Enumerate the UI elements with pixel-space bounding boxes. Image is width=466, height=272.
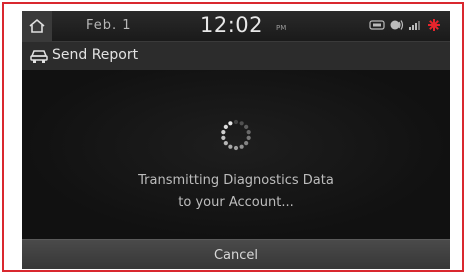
status-bar: Feb. 1 12:02 PM	[22, 11, 450, 41]
car-icon	[30, 50, 48, 63]
alert-icon	[428, 19, 440, 31]
spinner-dot	[244, 124, 249, 129]
message-line-1: Transmitting Diagnostics Data	[138, 173, 334, 188]
loading-spinner-icon	[221, 119, 251, 151]
spinner-dot	[246, 130, 251, 135]
cancel-button[interactable]: Cancel	[22, 239, 450, 269]
bluetooth-audio-icon	[390, 20, 404, 30]
home-button[interactable]	[22, 11, 52, 41]
spinner-dot	[221, 130, 226, 135]
title-bar: Send Report	[22, 41, 450, 71]
media-icon	[369, 20, 385, 30]
clock-display: 12:02	[200, 13, 264, 37]
spinner-dot	[233, 119, 239, 125]
figure-frame: Feb. 1 12:02 PM Send Report Transmitting…	[2, 2, 464, 272]
spinner-dot	[233, 145, 239, 151]
infotainment-screen: Feb. 1 12:02 PM Send Report Transmitting…	[22, 11, 450, 269]
spinner-dot	[228, 121, 233, 126]
spinner-dot	[223, 124, 228, 129]
transmitting-message: Transmitting Diagnostics Data to your Ac…	[22, 170, 450, 214]
signal-icon	[409, 21, 420, 30]
spinner-dot	[239, 121, 244, 126]
spinner-dot	[244, 141, 249, 146]
spinner-dot	[239, 144, 244, 149]
ampm-indicator: PM	[276, 24, 287, 32]
spinner-dot	[223, 141, 228, 146]
status-icons	[369, 19, 440, 31]
spinner-dot	[221, 135, 226, 140]
spinner-dot	[246, 135, 251, 140]
content-area: Transmitting Diagnostics Data to your Ac…	[22, 70, 450, 239]
date-display: Feb. 1	[86, 18, 132, 33]
spinner-dot	[228, 144, 233, 149]
page-title: Send Report	[52, 47, 139, 63]
home-icon	[29, 18, 45, 33]
message-line-2: to your Account...	[178, 195, 294, 210]
